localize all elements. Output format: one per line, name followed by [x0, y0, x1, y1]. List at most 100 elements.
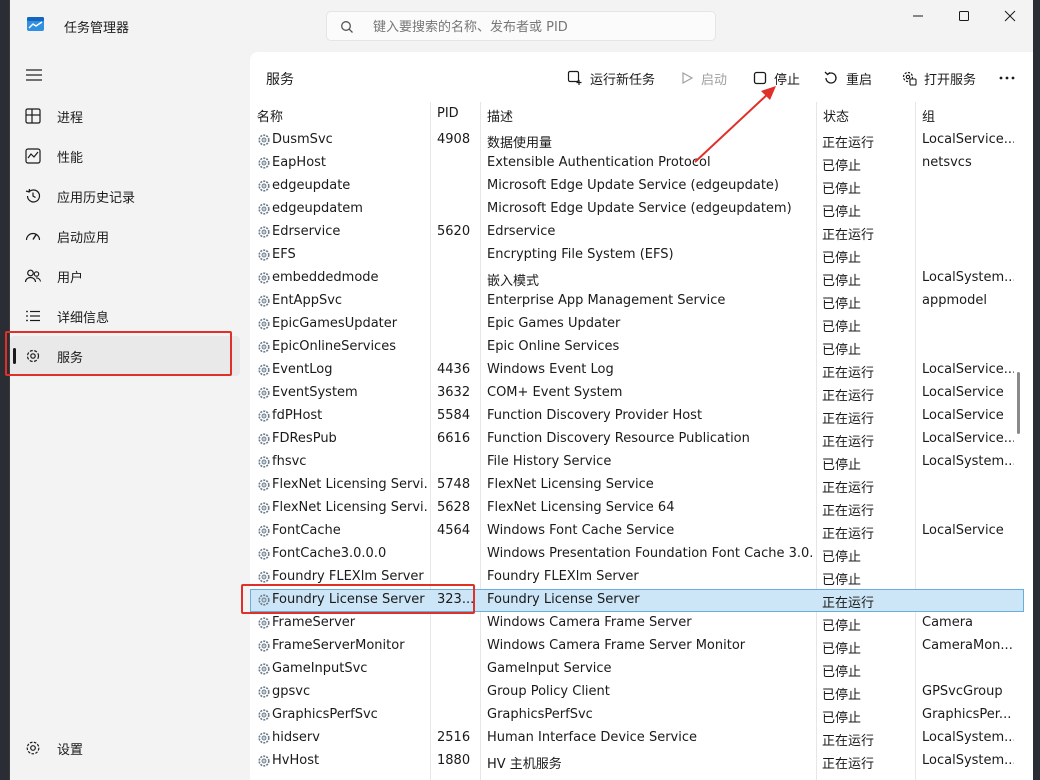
column-header-group[interactable]: 组 [915, 102, 1015, 127]
service-gear-icon [258, 203, 270, 215]
cell-name: EpicGamesUpdater [272, 316, 398, 331]
table-row[interactable]: Foundry FLEXlm Server Foundry FLEXlm Serv… [250, 566, 1024, 589]
table-row[interactable]: EFS Encrypting File System (EFS) 已停止 [250, 244, 1024, 267]
stop-button[interactable]: 停止 [753, 66, 800, 90]
cell-status: 正在运行 [822, 136, 875, 151]
sidebar-item-performance[interactable]: 性能 [10, 136, 240, 176]
service-gear-icon [258, 732, 270, 744]
table-row[interactable]: FlexNet Licensing Servi... 5748 FlexNet Li… [250, 474, 1024, 497]
table-row[interactable]: EpicGamesUpdater Epic Games Updater 已停止 [250, 313, 1024, 336]
table-row[interactable]: edgeupdate Microsoft Edge Update Service … [250, 175, 1024, 198]
column-header-pid[interactable]: PID [430, 102, 480, 127]
table-row[interactable]: FlexNet Licensing Servi... 5628 FlexNet Li… [250, 497, 1024, 520]
open-services-label: 打开服务 [924, 72, 977, 88]
table-row[interactable]: EpicOnlineServices Epic Online Services 已停… [250, 336, 1024, 359]
cell-status: 已停止 [822, 688, 862, 703]
table-row[interactable]: EapHost Extensible Authentication Protoco… [250, 152, 1024, 175]
column-header-status[interactable]: 状态 [816, 102, 915, 127]
sidebar-item-settings[interactable]: 设置 [10, 728, 240, 768]
table-row[interactable]: embeddedmode 嵌入模式 已停止 LocalSystem... [250, 267, 1024, 290]
table-row[interactable]: EventLog 4436 Windows Event Log 正在运行 LocalSe… [250, 359, 1024, 382]
column-header-label: 组 [922, 110, 936, 125]
table-row[interactable]: FDResPub 6616 Function Discovery Resource … [250, 428, 1024, 451]
cell-name: edgeupdate [272, 178, 351, 193]
more-options-button[interactable] [998, 66, 1016, 90]
cell-group: netsvcs [922, 155, 972, 170]
table-row[interactable]: Foundry License Server 323... Foundry Lice… [250, 589, 1024, 612]
maximize-button[interactable] [941, 0, 987, 32]
service-gear-icon [258, 387, 270, 399]
cell-name: embeddedmode [272, 270, 379, 285]
search-input[interactable] [371, 16, 705, 38]
cell-status: 已停止 [822, 182, 862, 197]
table-row[interactable]: FontCache3.0.0.0 Windows Presentation Fou… [250, 543, 1024, 566]
column-header-description[interactable]: 描述 [480, 102, 816, 127]
table-row[interactable]: EventSystem 3632 COM+ Event System 正在运行 Loca… [250, 382, 1024, 405]
column-header-label: PID [437, 106, 459, 121]
table-row[interactable]: fhsvc File History Service 已停止 LocalSystem.… [250, 451, 1024, 474]
table-row[interactable]: FrameServer Windows Camera Frame Server 已停… [250, 612, 1024, 635]
table-row[interactable]: fdPHost 5584 Function Discovery Provider H… [250, 405, 1024, 428]
cell-name: GameInputSvc [272, 661, 368, 676]
table-row[interactable]: FontCache 4564 Windows Font Cache Service 正… [250, 520, 1024, 543]
hamburger-menu-icon[interactable] [23, 66, 45, 84]
cell-status: 正在运行 [822, 757, 875, 772]
sidebar-item-users[interactable]: 用户 [10, 256, 240, 296]
start-button[interactable]: 启动 [680, 66, 727, 90]
cell-status: 已停止 [822, 550, 862, 565]
sidebar-item-startup-apps[interactable]: 启动应用 [10, 216, 240, 256]
cell-group: LocalService [922, 523, 1004, 538]
column-header-name[interactable]: 名称 ︿ [250, 102, 430, 127]
table-row[interactable]: EntAppSvc Enterprise App Management Servi… [250, 290, 1024, 313]
table-row[interactable]: GraphicsPerfSvc GraphicsPerfSvc 已停止 Graphic… [250, 704, 1024, 727]
service-gear-icon [258, 134, 270, 146]
cell-desc: Epic Games Updater [487, 316, 621, 331]
sidebar-item-services[interactable]: 服务 [10, 336, 240, 376]
table-row[interactable]: GameInputSvc GameInput Service 已停止 [250, 658, 1024, 681]
table-row[interactable]: FrameServerMonitor Windows Camera Frame S… [250, 635, 1024, 658]
table-row[interactable]: gpsvc Group Policy Client 已停止 GPSvcGroup [250, 681, 1024, 704]
cell-pid: 1880 [437, 753, 471, 768]
cell-name: FontCache3.0.0.0 [272, 546, 387, 561]
table-row[interactable]: edgeupdatem Microsoft Edge Update Service… [250, 198, 1024, 221]
cell-name: hidserv [272, 730, 320, 745]
close-button[interactable] [987, 0, 1033, 32]
cell-pid: 4564 [437, 523, 471, 538]
search-box[interactable] [326, 11, 716, 41]
service-gear-icon [258, 341, 270, 353]
history-icon [25, 188, 41, 203]
run-new-task-button[interactable]: 运行新任务 [567, 66, 655, 90]
sidebar-item-details[interactable]: 详细信息 [10, 296, 240, 336]
cell-desc: Human Interface Device Service [487, 730, 697, 745]
table-row[interactable]: HvHost 1880 HV 主机服务 正在运行 LocalSystem... [250, 750, 1024, 773]
service-gear-icon [258, 525, 270, 537]
services-icon [26, 349, 40, 363]
sidebar-item-app-history[interactable]: 应用历史记录 [10, 176, 240, 216]
table-row[interactable]: DusmSvc 4908 数据使用量 正在运行 LocalService... [250, 129, 1024, 152]
sidebar: 进程 性能 应用历史记录 启动应用 用户 详细信息 服务 设置 [10, 52, 248, 780]
minimize-button[interactable] [895, 0, 941, 32]
cell-desc: Windows Presentation Foundation Font Cac… [487, 546, 813, 561]
cell-name: fdPHost [272, 408, 323, 423]
cell-group: GraphicsPer... [922, 707, 1012, 722]
open-services-button[interactable]: 打开服务 [901, 66, 976, 90]
service-gear-icon [258, 318, 270, 330]
restart-button[interactable]: 重启 [823, 66, 872, 90]
service-gear-icon [258, 617, 270, 629]
sidebar-item-processes[interactable]: 进程 [10, 96, 240, 136]
vertical-scrollbar[interactable] [1017, 372, 1020, 434]
close-icon [1004, 10, 1016, 22]
cell-name: EventSystem [272, 385, 358, 400]
sidebar-item-label: 应用历史记录 [57, 191, 136, 206]
service-gear-icon [258, 295, 270, 307]
cell-desc: Windows Font Cache Service [487, 523, 675, 538]
table-row[interactable]: hidserv 2516 Human Interface Device Servic… [250, 727, 1024, 750]
cell-status: 正在运行 [822, 435, 875, 450]
service-gear-icon [258, 272, 270, 284]
cell-status: 已停止 [822, 297, 862, 312]
table-row[interactable]: Edrservice 5620 Edrservice 正在运行 [250, 221, 1024, 244]
cell-status: 已停止 [822, 619, 862, 634]
service-gear-icon [258, 548, 270, 560]
page-title: 服务 [266, 72, 294, 88]
cell-status: 已停止 [822, 320, 862, 335]
